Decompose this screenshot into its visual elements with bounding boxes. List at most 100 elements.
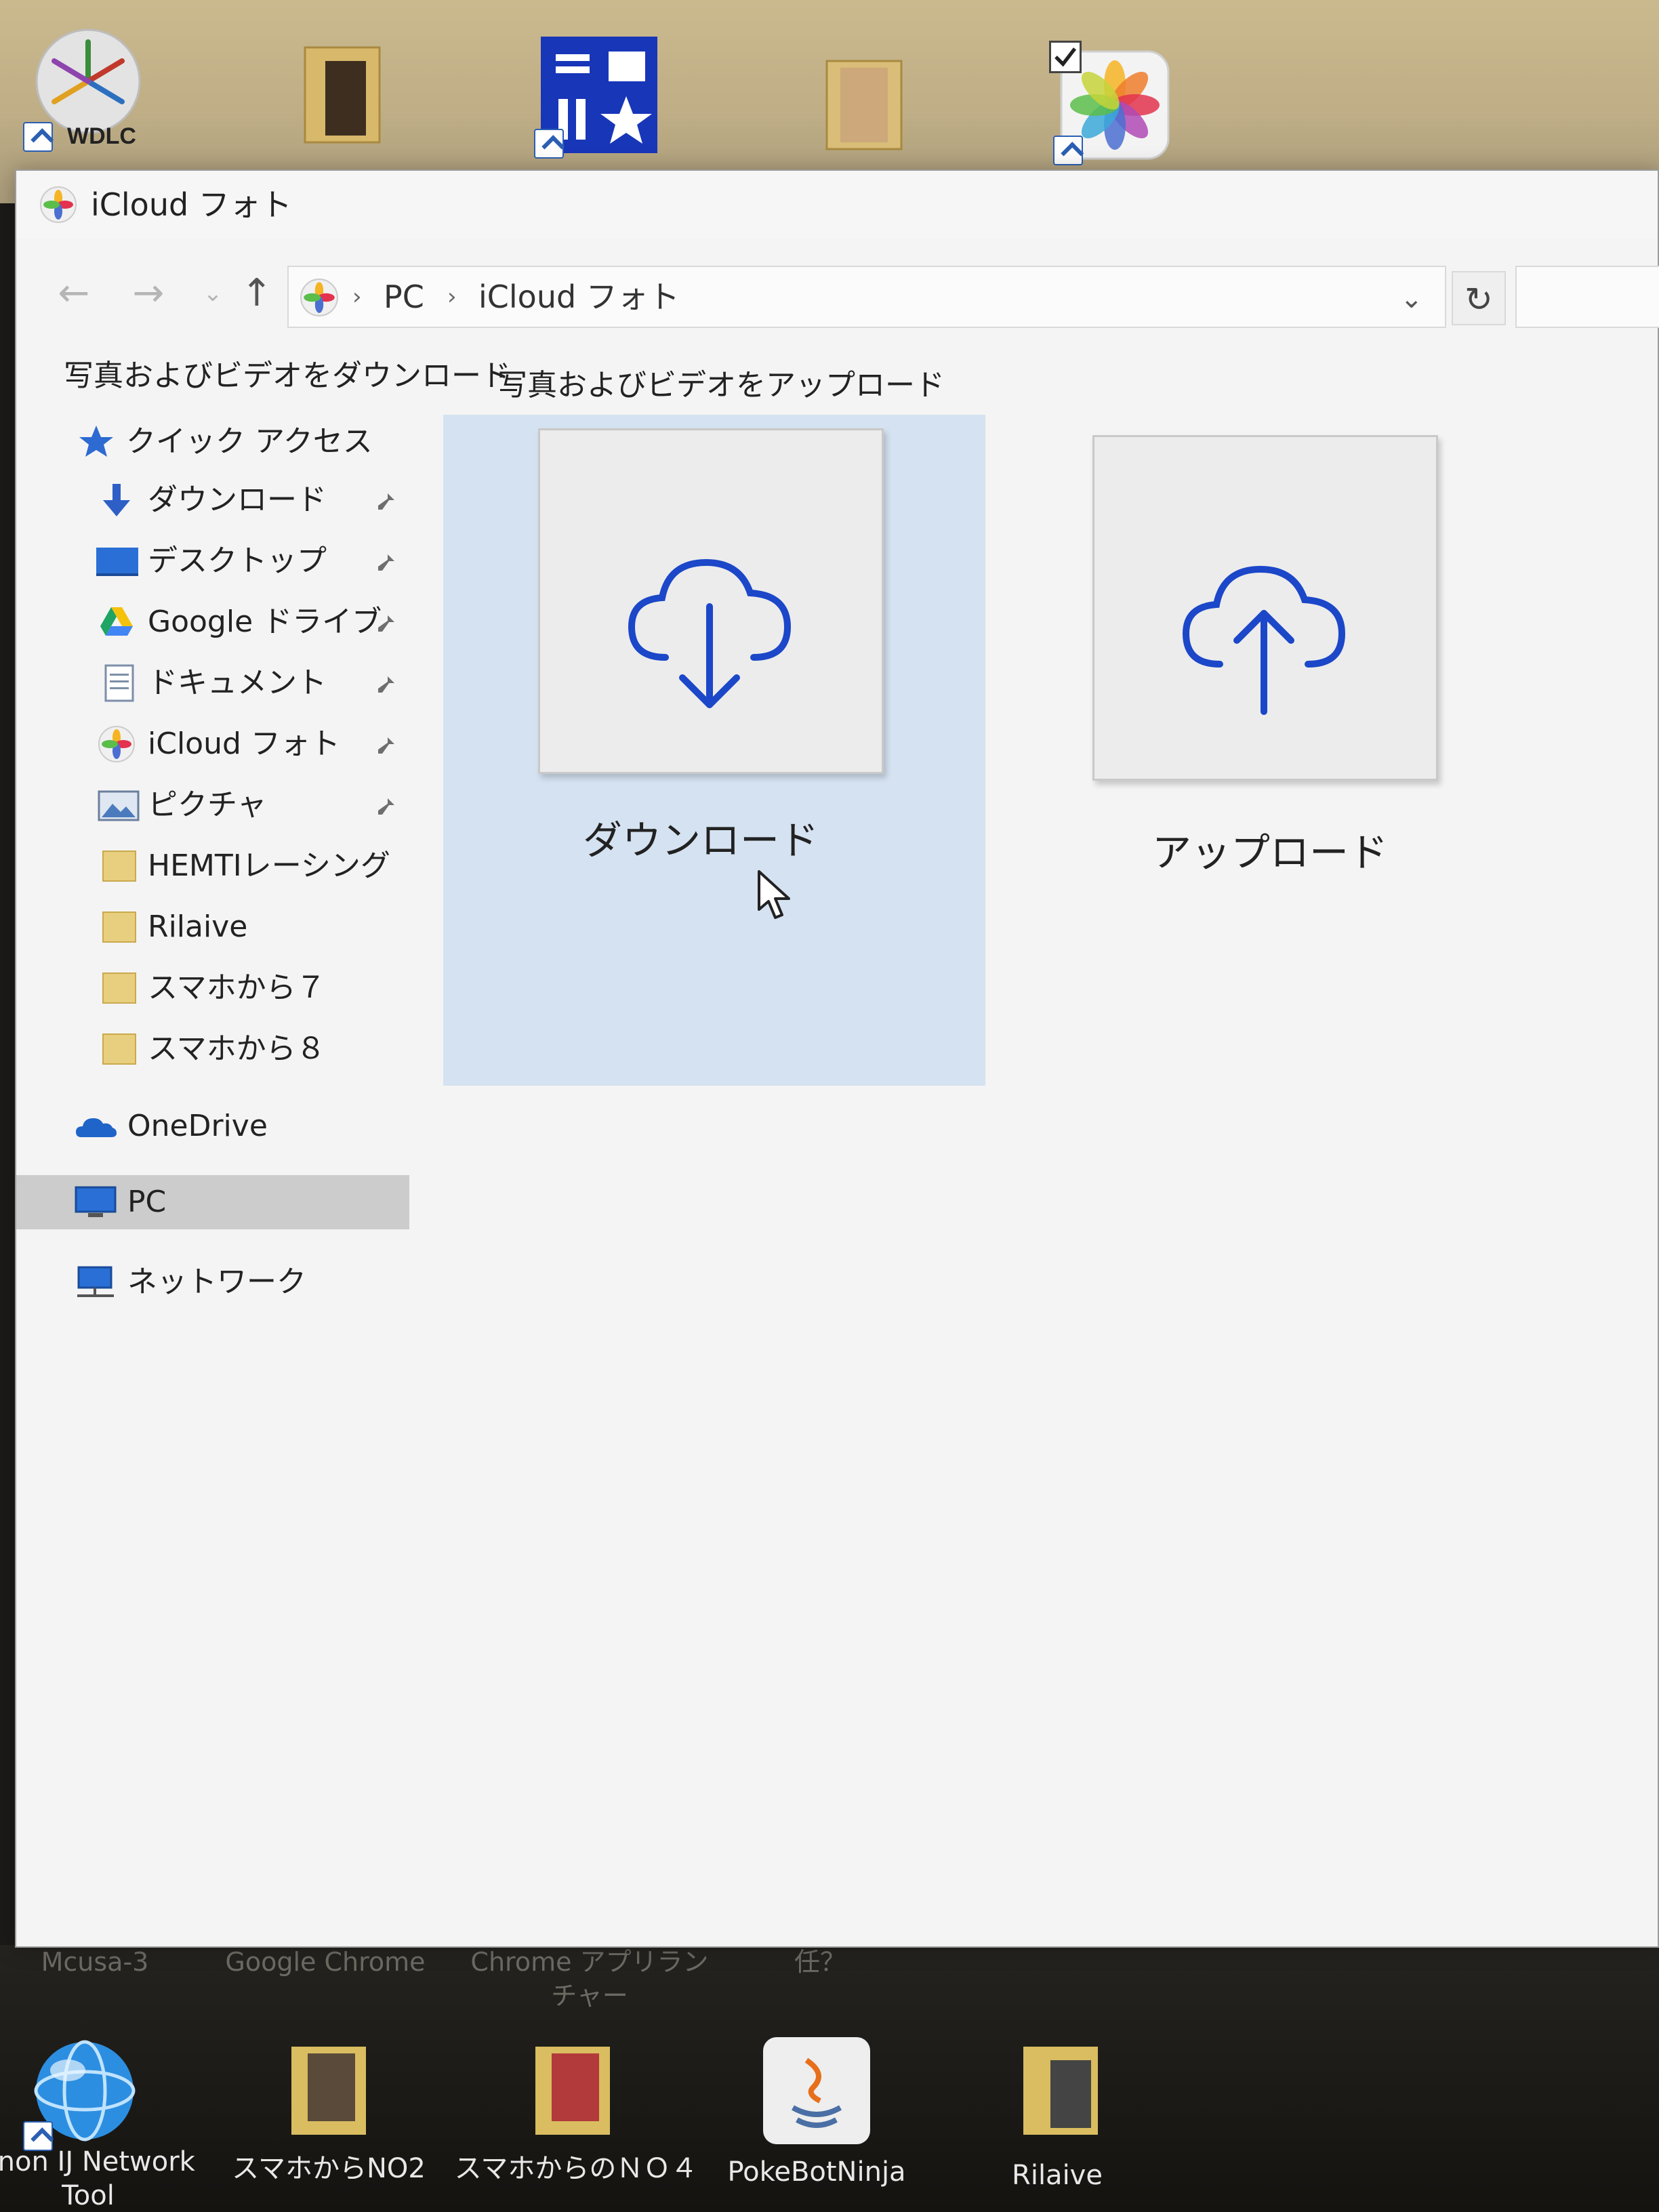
- address-bar[interactable]: › PC › iCloud フォト ⌄: [287, 266, 1446, 328]
- nav-label: Rilaive: [148, 909, 248, 944]
- desktop-label-mcusa: Mcusa-3: [41, 1947, 149, 1977]
- breadcrumb-icloud-photos[interactable]: iCloud フォト: [478, 276, 680, 317]
- nav-label: HEMTIレーシング: [148, 848, 390, 883]
- folder-icon: [100, 969, 138, 1007]
- desktop-label-nintendo: 任？: [794, 1947, 846, 1977]
- folder-no4-icon[interactable]: [522, 2033, 623, 2142]
- shortcut-arrow-icon: [534, 129, 564, 159]
- computer-icon: [73, 1183, 118, 1221]
- globe-icon[interactable]: [23, 2033, 142, 2151]
- desktop-icon: [95, 542, 140, 580]
- chevron-down-icon[interactable]: ⌄: [1400, 282, 1423, 316]
- download-tile-box: [538, 428, 884, 774]
- download-photos-videos-button[interactable]: 写真およびビデオをダウンロード: [57, 354, 518, 398]
- desktop-label-no4: スマホからのＮＯ４: [454, 2153, 698, 2184]
- cloud-download-icon: [628, 558, 792, 708]
- nav-item-desktop[interactable]: デスクトップ: [16, 534, 409, 588]
- search-input[interactable]: [1515, 266, 1659, 328]
- desktop-background-bottom: Mcusa-3 Google Chrome Chrome アプリランチャー 任？…: [0, 1945, 1659, 2212]
- forward-arrow-icon[interactable]: →: [125, 270, 172, 317]
- nav-label: PC: [127, 1185, 167, 1219]
- icloud-photos-icon: [98, 725, 136, 763]
- nav-quick-access[interactable]: クイック アクセス: [16, 415, 409, 469]
- java-icon[interactable]: [759, 2033, 874, 2148]
- explorer-window: iCloud フォト ← → ⌄ ↑ › PC › iCloud フォト ⌄ ↻: [15, 169, 1659, 1948]
- pin-icon: [378, 489, 394, 510]
- wdlc-label: WDLC: [67, 123, 136, 149]
- desktop-label-canon: anon IJ Network Tool: [0, 2146, 195, 2211]
- download-tile[interactable]: ダウンロード: [443, 415, 985, 1086]
- nav-item-pc[interactable]: PC: [16, 1175, 409, 1229]
- nav-item-rilaive[interactable]: Rilaive: [16, 900, 409, 954]
- upload-tile-label: アップロード: [1151, 830, 1388, 876]
- pin-icon: [378, 550, 394, 571]
- title-bar[interactable]: iCloud フォト: [16, 171, 1658, 239]
- wdlc-icon[interactable]: WDLC: [23, 27, 149, 152]
- desktop-label-rilaive: Rilaive: [1012, 2160, 1103, 2191]
- download-tile-label: ダウンロード: [582, 817, 819, 863]
- nav-item-pictures[interactable]: ピクチャ: [16, 778, 409, 832]
- nav-label: ドキュメント: [148, 665, 327, 700]
- nav-label: ピクチャ: [148, 787, 267, 822]
- nav-label: スマホから８: [148, 1031, 326, 1066]
- onedrive-cloud-icon: [75, 1107, 118, 1145]
- nav-label: ネットワーク: [127, 1265, 306, 1299]
- folder-icon: [100, 847, 138, 885]
- navigation-pane: クイック アクセス ダウンロード デスクトップ Google ドライブ ドキュメ…: [16, 415, 409, 1946]
- nav-label: OneDrive: [127, 1109, 268, 1143]
- breadcrumb-separator: ›: [352, 283, 362, 310]
- recent-chevron-icon[interactable]: ⌄: [189, 270, 237, 317]
- folder-no2-icon[interactable]: [278, 2033, 380, 2142]
- nav-item-network[interactable]: ネットワーク: [16, 1255, 409, 1309]
- up-arrow-icon[interactable]: ↑: [233, 270, 281, 317]
- nav-label: スマホから７: [148, 970, 326, 1005]
- desktop-label-chrome-launcher: Chrome アプリランチャー: [470, 1947, 709, 2011]
- mouse-cursor-icon: [758, 870, 790, 919]
- desktop-label-no2: スマホからNO2: [232, 2153, 426, 2184]
- back-arrow-icon[interactable]: ←: [50, 270, 98, 317]
- folder-icon: [100, 908, 138, 946]
- breadcrumb-pc[interactable]: PC: [384, 276, 424, 317]
- refresh-icon[interactable]: ↻: [1452, 271, 1506, 325]
- folder-icon: [100, 1030, 138, 1068]
- nav-item-hemti-racing[interactable]: HEMTIレーシング: [16, 839, 409, 893]
- network-icon: [73, 1263, 118, 1301]
- shortcut-arrow-icon: [23, 122, 53, 152]
- nav-item-downloads[interactable]: ダウンロード: [16, 473, 409, 527]
- folder-1-icon[interactable]: [291, 34, 393, 149]
- nav-label: Google ドライブ: [148, 605, 382, 639]
- desktop-label-pokebotninja: PokeBotNinja: [727, 2156, 906, 2188]
- nav-item-google-drive[interactable]: Google ドライブ: [16, 595, 409, 649]
- nav-label: ダウンロード: [148, 483, 327, 517]
- selection-checkbox[interactable]: [1049, 41, 1082, 73]
- star-icon: [77, 423, 115, 461]
- window-title: iCloud フォト: [91, 186, 292, 223]
- nav-label: クイック アクセス: [126, 424, 373, 459]
- folder-rilaive-icon[interactable]: [1010, 2033, 1111, 2142]
- nav-item-onedrive[interactable]: OneDrive: [16, 1099, 409, 1153]
- google-drive-icon: [98, 603, 136, 641]
- desktop-label-chrome: Google Chrome: [225, 1947, 426, 1977]
- pin-icon: [378, 794, 394, 815]
- pin-icon: [378, 611, 394, 632]
- nav-item-sumaho-8[interactable]: スマホから８: [16, 1022, 409, 1076]
- pictures-icon: [98, 786, 140, 824]
- folder-2-icon[interactable]: [813, 47, 915, 156]
- nav-label: デスクトップ: [148, 544, 327, 578]
- nav-item-sumaho-7[interactable]: スマホから７: [16, 961, 409, 1015]
- toolbar: 写真およびビデオをダウンロード 写真およびビデオをアップロード: [16, 347, 1658, 408]
- address-row: ← → ⌄ ↑ › PC › iCloud フォト ⌄ ↻: [16, 259, 1659, 333]
- pin-icon: [378, 672, 394, 693]
- upload-tile[interactable]: アップロード: [958, 415, 1500, 1086]
- pin-icon: [378, 733, 394, 754]
- tools-icon[interactable]: [534, 34, 660, 159]
- upload-photos-videos-button[interactable]: 写真およびビデオをアップロード: [491, 363, 951, 408]
- nav-label: iCloud フォト: [148, 726, 340, 761]
- cloud-upload-icon: [1182, 565, 1346, 715]
- nav-item-documents[interactable]: ドキュメント: [16, 656, 409, 710]
- icloud-photos-icon: [40, 186, 77, 223]
- shortcut-arrow-icon: [1053, 136, 1083, 165]
- document-icon: [100, 664, 138, 702]
- download-arrow-icon: [98, 481, 136, 519]
- nav-item-icloud-photos[interactable]: iCloud フォト: [16, 717, 409, 771]
